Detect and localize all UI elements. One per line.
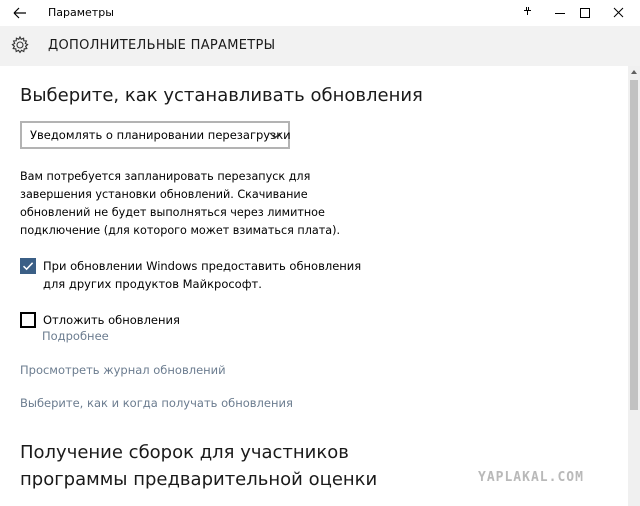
page-title: ДОПОЛНИТЕЛЬНЫЕ ПАРАМЕТРЫ — [48, 38, 276, 53]
chevron-down-icon — [269, 132, 281, 139]
defer-updates-checkbox[interactable] — [20, 312, 36, 328]
insider-heading-line1: Получение сборок для участников — [20, 442, 349, 463]
maximize-button[interactable] — [568, 0, 604, 26]
pin-icon — [524, 7, 531, 15]
close-icon — [613, 7, 624, 18]
install-mode-dropdown[interactable]: Уведомлять о планировании перезагрузки — [20, 121, 291, 149]
page-header: ДОПОЛНИТЕЛЬНЫЕ ПАРАМЕТРЫ — [0, 26, 640, 66]
title-bar: Параметры — [0, 0, 640, 26]
install-heading: Выберите, как устанавливать обновления — [20, 85, 423, 106]
main-content: Выберите, как устанавливать обновления У… — [0, 66, 628, 506]
scroll-thumb[interactable] — [630, 80, 638, 410]
defer-updates-label: Отложить обновления — [43, 313, 180, 327]
arrow-left-icon — [13, 7, 26, 19]
gear-icon — [11, 35, 29, 54]
vertical-scrollbar[interactable] — [628, 66, 640, 506]
install-description: Вам потребуется запланировать перезапуск… — [20, 170, 341, 237]
back-button[interactable] — [8, 3, 32, 23]
scroll-up-arrow-icon[interactable] — [630, 68, 638, 76]
close-button[interactable] — [601, 0, 637, 26]
maximize-icon — [580, 8, 590, 18]
checkmark-icon — [22, 262, 34, 271]
defer-more-link[interactable]: Подробнее — [42, 329, 109, 343]
other-products-label: При обновлении Windows предоставить обно… — [43, 259, 362, 291]
dropdown-selected-value: Уведомлять о планировании перезагрузки — [30, 128, 291, 142]
insider-heading-line2: программы предварительной оценки — [20, 469, 378, 490]
other-products-checkbox[interactable] — [20, 258, 36, 274]
window-title: Параметры — [48, 6, 114, 19]
watermark: YAPLAKAL.COM — [478, 470, 584, 485]
pin-button[interactable] — [513, 0, 541, 26]
delivery-options-link[interactable]: Выберите, как и когда получать обновлени… — [20, 396, 293, 410]
update-history-link[interactable]: Просмотреть журнал обновлений — [20, 363, 226, 377]
